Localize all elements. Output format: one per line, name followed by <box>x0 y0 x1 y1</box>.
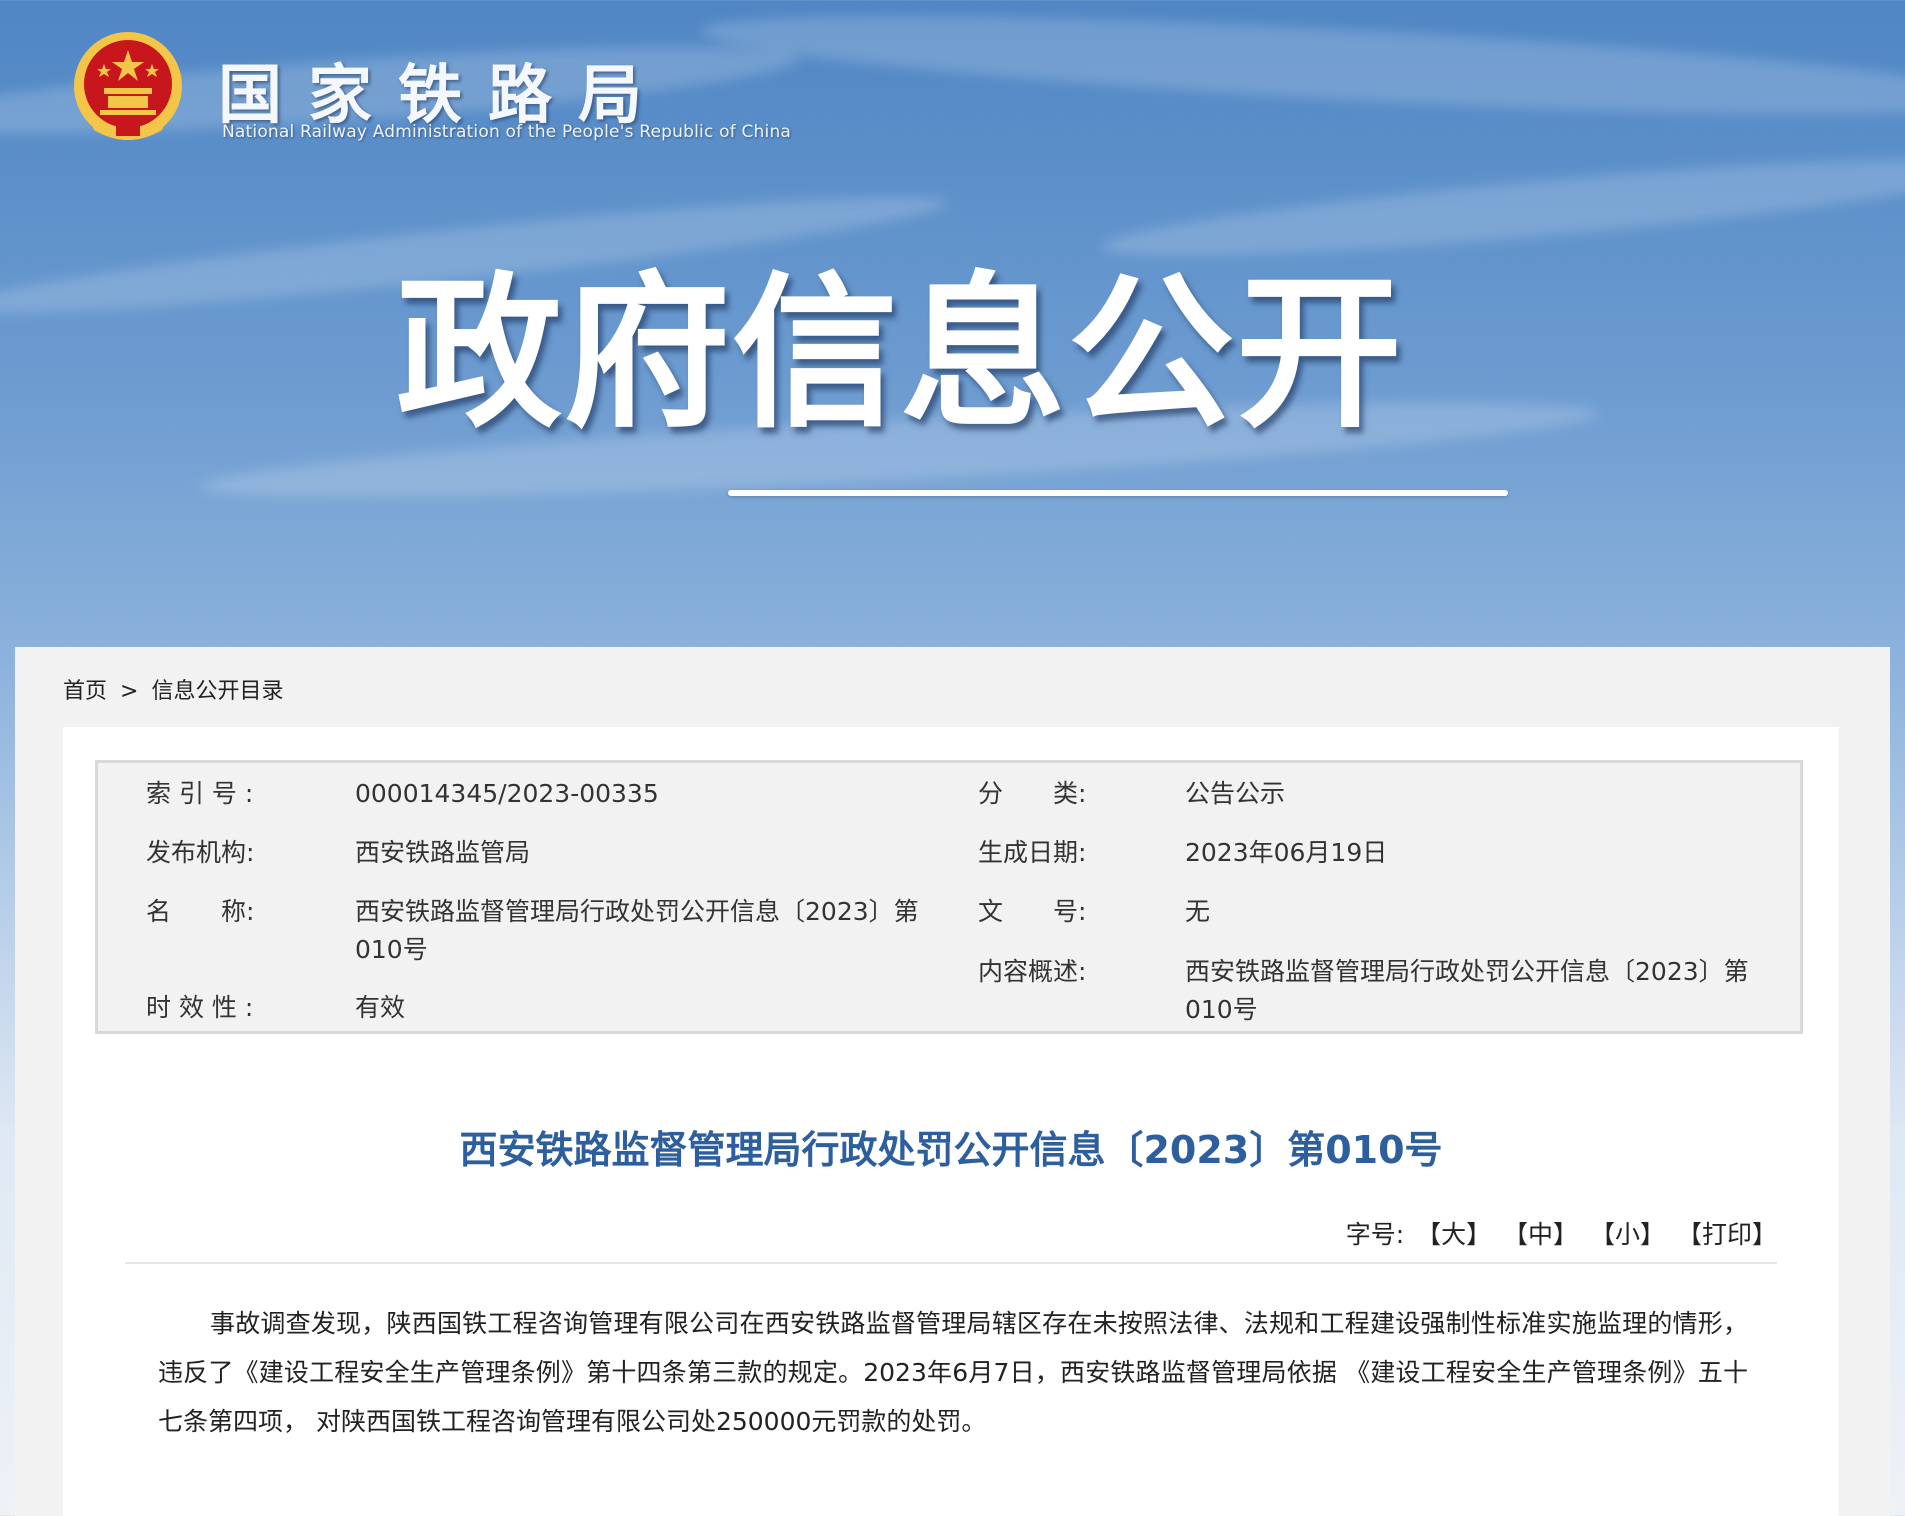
publisher-label: 发布机构: <box>146 838 255 867</box>
breadcrumb: 首页 > 信息公开目录 <box>63 673 289 705</box>
font-medium-button[interactable]: 【中】 <box>1503 1220 1578 1249</box>
summary-label: 内容概述: <box>978 957 1087 986</box>
content-card: 索 引 号 : 000014345/2023-00335 分 类: 公告公示 发… <box>63 727 1839 1516</box>
page-container: 首页 > 信息公开目录 索 引 号 : 000014345/2023-00335… <box>15 647 1890 1516</box>
metadata-table: 索 引 号 : 000014345/2023-00335 分 类: 公告公示 发… <box>95 760 1803 1034</box>
site-subtitle: National Railway Administration of the P… <box>222 122 792 142</box>
font-large-button[interactable]: 【大】 <box>1416 1220 1491 1249</box>
cloud-streak <box>699 0 1905 134</box>
category-label: 分 类: <box>978 779 1087 808</box>
national-emblem-icon <box>70 26 186 146</box>
breadcrumb-current-link[interactable]: 信息公开目录 <box>151 679 283 704</box>
date-label: 生成日期: <box>978 838 1087 867</box>
publisher-value: 西安铁路监管局 <box>355 838 531 867</box>
validity-value: 有效 <box>355 993 406 1022</box>
category-value: 公告公示 <box>1185 779 1286 808</box>
document-title: 西安铁路监督管理局行政处罚公开信息〔2023〕第010号 <box>459 1128 1443 1172</box>
date-value: 2023年06月19日 <box>1185 838 1388 867</box>
breadcrumb-separator: > <box>120 679 139 704</box>
validity-label: 时 效 性 : <box>146 993 254 1022</box>
cloud-streak <box>1099 140 1905 275</box>
summary-value: 西安铁路监督管理局行政处罚公开信息〔2023〕第010号 <box>1185 957 1749 1024</box>
print-button[interactable]: 【打印】 <box>1677 1220 1777 1249</box>
name-label: 名 称: <box>146 897 255 926</box>
document-body: 事故调查发现，陕西国铁工程咨询管理有限公司在西安铁路监督管理局辖区存在未按照法律… <box>158 1309 1748 1436</box>
docno-label: 文 号: <box>978 897 1087 926</box>
index-value: 000014345/2023-00335 <box>355 779 659 808</box>
index-label: 索 引 号 : <box>146 779 254 808</box>
font-size-label: 字号: <box>1345 1220 1405 1249</box>
content-divider <box>125 1262 1777 1264</box>
breadcrumb-home-link[interactable]: 首页 <box>63 679 107 704</box>
font-small-button[interactable]: 【小】 <box>1590 1220 1665 1249</box>
name-value: 西安铁路监督管理局行政处罚公开信息〔2023〕第010号 <box>355 897 919 964</box>
font-size-controls: 字号: 【大】 【中】 【小】 【打印】 <box>1342 1215 1777 1251</box>
banner-underline <box>728 490 1508 496</box>
docno-value: 无 <box>1185 897 1211 926</box>
banner-title: 政府信息公开 <box>396 258 1404 451</box>
